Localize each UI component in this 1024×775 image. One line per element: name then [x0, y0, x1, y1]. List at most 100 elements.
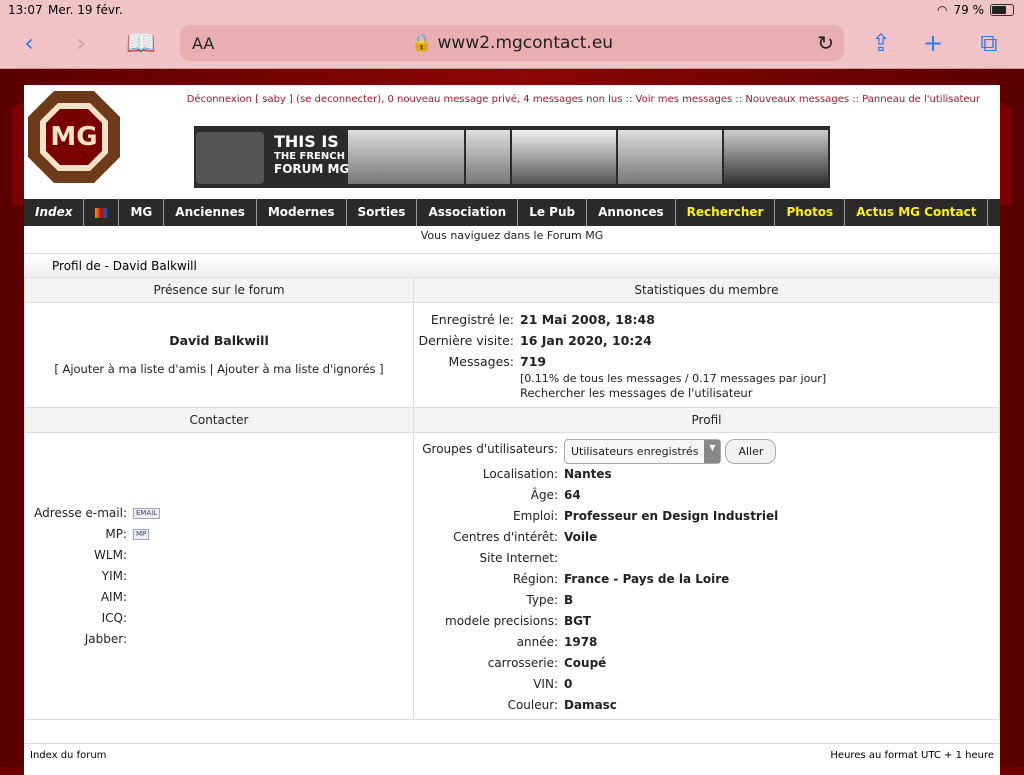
- url-value: www2.mgcontact.eu: [437, 33, 614, 53]
- forward-icon[interactable]: ›: [66, 28, 96, 58]
- profile-field-value: B: [564, 593, 574, 607]
- wifi-icon: ◠: [937, 3, 948, 17]
- banner-line1: THIS IS: [274, 132, 339, 151]
- nav-item[interactable]: Actus MG Contact: [845, 199, 989, 226]
- stats-header: Statistiques du membre: [414, 278, 999, 303]
- nav-item[interactable]: MG: [119, 199, 165, 226]
- nav-item[interactable]: Association: [417, 199, 519, 226]
- stat-messages-label: Messages:: [448, 354, 514, 369]
- banner-photo-portrait: [466, 130, 510, 184]
- profile-field-label: Emploi:: [513, 509, 558, 523]
- footer-timezone: Heures au format UTC + 1 heure: [830, 750, 994, 761]
- stat-registered: Enregistré le: 21 Mai 2008, 18:48: [414, 309, 999, 330]
- stat-registered-value: 21 Mai 2008, 18:48: [520, 312, 655, 327]
- email-button[interactable]: EMAIL: [133, 508, 161, 519]
- top-links[interactable]: Déconnexion [ saby ] (se deconnecter), 0…: [140, 94, 980, 105]
- stat-last-visit: Dernière visite: 16 Jan 2020, 10:24: [414, 330, 999, 351]
- contact-label: Adresse e-mail:: [34, 506, 127, 520]
- groups-select[interactable]: Utilisateurs enregistrés ▼: [564, 439, 722, 464]
- groups-row: Groupes d'utilisateurs: Utilisateurs enr…: [414, 439, 999, 464]
- nav-item[interactable]: Anciennes: [164, 199, 257, 226]
- profile-field: Âge: 64: [414, 485, 999, 506]
- back-icon[interactable]: ‹: [14, 28, 44, 58]
- banner-title: THIS IS THE FRENCH FORUM MG: [274, 132, 349, 176]
- contact-row: MP: MP: [25, 524, 413, 545]
- mg-logo-icon: MG: [28, 91, 120, 183]
- stat-last-visit-value: 16 Jan 2020, 10:24: [520, 333, 652, 348]
- contact-row: ICQ:: [25, 608, 413, 629]
- contact-label: WLM:: [94, 548, 127, 562]
- profile-field: Centres d'intérêt: Voile: [414, 527, 999, 548]
- pm-button[interactable]: MP: [133, 529, 150, 540]
- web-page: MG Déconnexion [ saby ] (se deconnecter)…: [0, 69, 1024, 775]
- contact-label: ICQ:: [101, 611, 127, 625]
- banner-photo-vintage-car: [348, 130, 464, 184]
- messages-detail: [0.11% de tous les messages / 0.17 messa…: [520, 372, 827, 385]
- profile-title-text: Profil de - David Balkwill: [52, 259, 197, 273]
- lock-icon: 🔒: [410, 33, 433, 53]
- go-button[interactable]: Aller: [725, 439, 777, 464]
- nav-item[interactable]: Le Pub: [518, 199, 588, 226]
- contact-row: Jabber:: [25, 629, 413, 650]
- nav-item[interactable]: Annonces: [587, 199, 676, 226]
- profile-field-label: modele precisions:: [445, 614, 558, 628]
- breadcrumb: Vous naviguez dans le Forum MG: [420, 229, 604, 242]
- browser-toolbar: ‹ › 📖 AA 🔒 www2.mgcontact.eu ↻ ⇪ + ⧉: [0, 20, 1024, 69]
- new-tab-icon[interactable]: +: [918, 28, 948, 58]
- profile-field-value: Coupé: [564, 656, 607, 670]
- tabs-icon[interactable]: ⧉: [974, 28, 1004, 58]
- profile-field: VIN: 0: [414, 674, 999, 695]
- nav-item[interactable]: Modernes: [257, 199, 347, 226]
- status-bar: 13:07 Mer. 19 févr. ◠ 79 %: [0, 0, 1024, 20]
- nav-item[interactable]: Sorties: [347, 199, 418, 226]
- profile-field: Région: France - Pays de la Loire: [414, 569, 999, 590]
- profile-field-value: 0: [564, 677, 573, 691]
- profile-field-label: Âge:: [530, 488, 558, 502]
- stat-messages-value: 719: [520, 354, 547, 369]
- profile-field-label: Site Internet:: [479, 551, 558, 565]
- forum-banner: THIS IS THE FRENCH FORUM MG: [194, 126, 830, 188]
- nav-item[interactable]: Index: [24, 199, 85, 226]
- address-bar[interactable]: AA 🔒 www2.mgcontact.eu ↻: [180, 25, 844, 61]
- url-text[interactable]: 🔒 www2.mgcontact.eu: [180, 33, 844, 53]
- stat-last-visit-label: Dernière visite:: [418, 333, 514, 348]
- profile-field-label: carrosserie:: [487, 656, 558, 670]
- flag-icon[interactable]: [84, 199, 120, 226]
- nav-item[interactable]: Rechercher: [676, 199, 776, 226]
- contact-label: MP:: [105, 527, 127, 541]
- banner-line3: FORUM MG: [274, 162, 350, 176]
- footer: Index du forum Heures au format UTC + 1 …: [24, 743, 1000, 768]
- profile-field-value: Nantes: [564, 467, 612, 481]
- groups-label: Groupes d'utilisateurs:: [422, 442, 558, 456]
- share-icon[interactable]: ⇪: [866, 28, 896, 58]
- contact-row: AIM:: [25, 587, 413, 608]
- main-nav: Index MG Anciennes Modernes Sorties Associati…: [24, 199, 1000, 226]
- status-time: 13:07: [8, 3, 43, 17]
- profile-field: Type: B: [414, 590, 999, 611]
- search-user-posts-link[interactable]: Rechercher les messages de l'utilisateur: [520, 386, 999, 401]
- banner-line2: THE FRENCH: [274, 151, 345, 162]
- profile-field-label: année:: [516, 635, 558, 649]
- nav-item[interactable]: Photos: [775, 199, 846, 226]
- chevron-down-icon: ▼: [704, 440, 721, 463]
- friend-ignore-links[interactable]: [ Ajouter à ma liste d'amis | Ajouter à …: [25, 362, 413, 376]
- battery-icon: [990, 4, 1014, 16]
- reload-icon[interactable]: ↻: [817, 31, 834, 55]
- profile-field-value: BGT: [564, 614, 591, 628]
- contact-column: Adresse e-mail: EMAIL MP: MP WLM: YIM: AIM: ICQ…: [25, 433, 414, 719]
- presence-header: Présence sur le forum: [25, 278, 414, 303]
- profile-title: Profil de - David Balkwill: [24, 253, 1000, 278]
- profile-field: Site Internet:: [414, 548, 999, 569]
- profile-field: modele precisions: BGT: [414, 611, 999, 632]
- profile-field-value: Voile: [564, 530, 598, 544]
- contact-row: YIM:: [25, 566, 413, 587]
- svg-text:MG: MG: [50, 122, 97, 152]
- contact-header: Contacter: [25, 408, 414, 433]
- contact-label: YIM:: [101, 569, 127, 583]
- stat-registered-label: Enregistré le:: [430, 312, 514, 327]
- profile-field: Emploi: Professeur en Design Industriel: [414, 506, 999, 527]
- bookmarks-icon[interactable]: 📖: [126, 28, 156, 58]
- contact-row: Adresse e-mail: EMAIL: [25, 503, 413, 524]
- footer-index-link[interactable]: Index du forum: [30, 744, 106, 768]
- profile-field-value: Professeur en Design Industriel: [564, 509, 779, 523]
